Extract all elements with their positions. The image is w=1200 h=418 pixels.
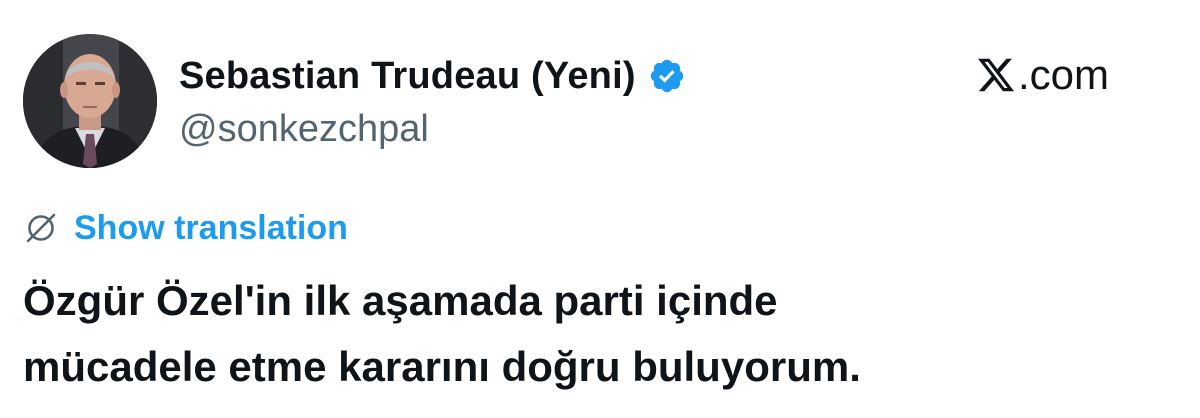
x-logo-icon bbox=[976, 55, 1016, 95]
tweet-text-line: mücadele etme kararını doğru buluyorum. bbox=[23, 343, 861, 390]
x-brand: .com bbox=[976, 50, 1109, 100]
avatar[interactable] bbox=[23, 34, 157, 168]
x-domain-text: .com bbox=[1018, 51, 1110, 98]
author-handle[interactable]: @sonkezchpal bbox=[179, 108, 429, 151]
globe-icon bbox=[22, 209, 60, 247]
author-name-row: Sebastian Trudeau (Yeni) bbox=[179, 46, 686, 106]
show-translation-label[interactable]: Show translation bbox=[74, 209, 348, 248]
tweet-text-line: Özgür Özel'in ilk aşamada parti içinde bbox=[23, 277, 778, 324]
avatar-photo bbox=[23, 34, 157, 168]
tweet-text: Özgür Özel'in ilk aşamada parti içinde m… bbox=[23, 268, 1183, 400]
verified-badge-icon[interactable] bbox=[648, 57, 686, 95]
author-display-name[interactable]: Sebastian Trudeau (Yeni) bbox=[179, 55, 636, 98]
show-translation-button[interactable]: Show translation bbox=[22, 205, 348, 251]
